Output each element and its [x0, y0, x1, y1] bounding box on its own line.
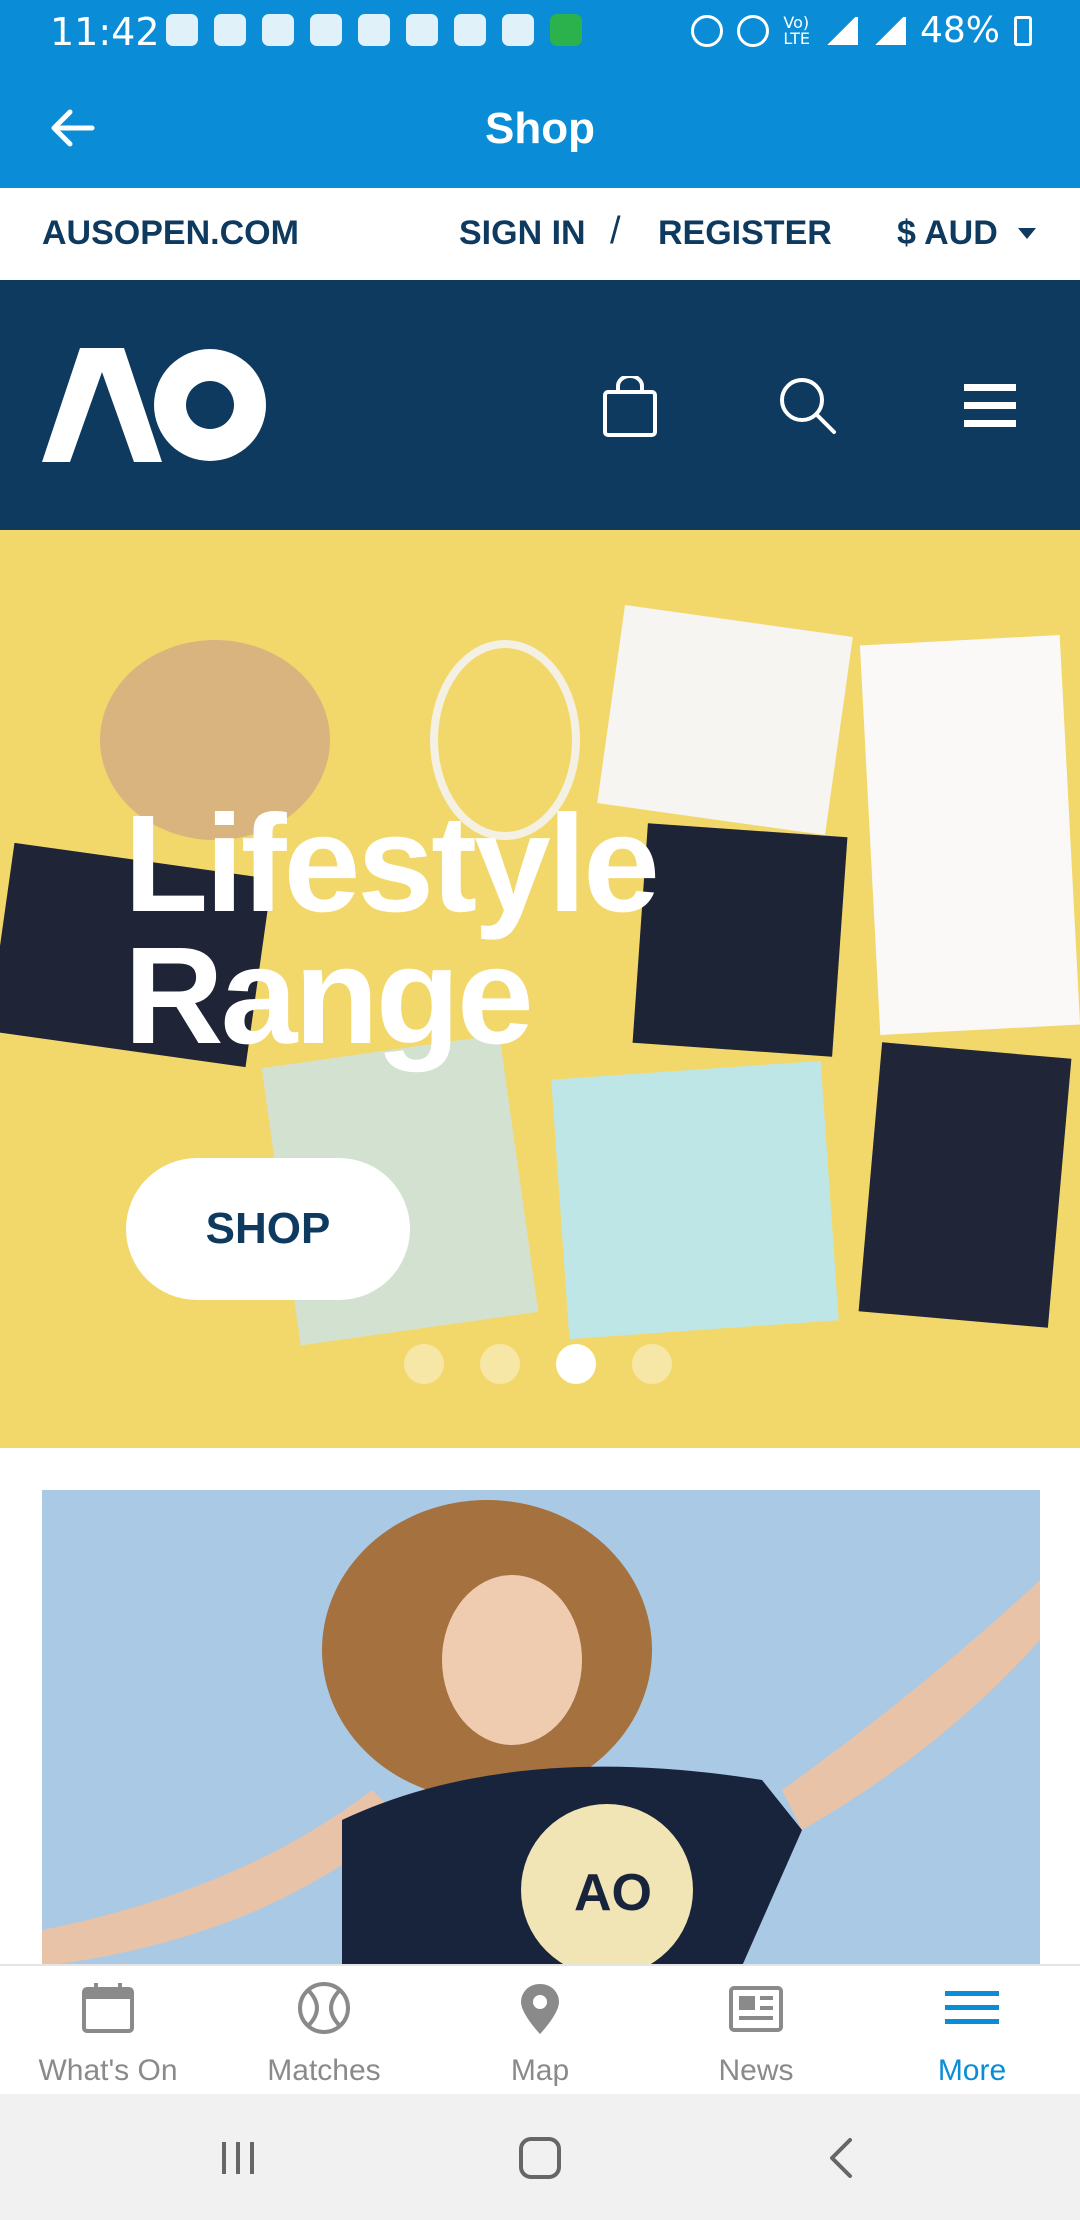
carousel-dots: [404, 1344, 672, 1384]
calendar-icon: [82, 1983, 134, 2033]
message-icon: [166, 14, 198, 46]
carousel-dot-active[interactable]: [556, 1344, 596, 1384]
status-time: 11:42: [50, 10, 160, 54]
white-tee-image: [859, 635, 1080, 1035]
map-pin-icon: [521, 1984, 559, 2034]
notification-icons: [166, 14, 582, 46]
nav-map[interactable]: Map: [432, 1980, 648, 2088]
status-bar: 11:42 Vo) LTE 48%: [0, 0, 1080, 64]
shop-button[interactable]: SHOP: [126, 1158, 410, 1300]
headline-line-2: Range: [124, 919, 534, 1073]
caret-down-icon: [1017, 228, 1036, 239]
mint-sweater-image: [551, 1060, 839, 1340]
mail-icon: [406, 14, 438, 46]
utility-bar: AUSOPEN.COM SIGN IN / REGISTER $ AUD: [0, 188, 1080, 280]
nav-label: Matches: [267, 2054, 381, 2087]
headline-line-1: Lifestyle: [124, 787, 660, 941]
chrome-icon: [262, 14, 294, 46]
dots-icon: [502, 14, 534, 46]
ausopen-link[interactable]: AUSOPEN.COM: [42, 214, 299, 253]
hero-headline: Lifestyle Range: [124, 787, 660, 1073]
register-link[interactable]: REGISTER: [658, 214, 832, 253]
back-icon[interactable]: [820, 2136, 864, 2180]
outlook-icon: [214, 14, 246, 46]
volte-icon: Vo) LTE: [783, 12, 810, 48]
nav-label: More: [937, 2054, 1007, 2087]
system-indicators: Vo) LTE 48%: [691, 10, 1032, 51]
hamburger-menu-icon[interactable]: [964, 384, 1016, 428]
svg-text:AO: AO: [574, 1864, 652, 1922]
carousel-dot[interactable]: [480, 1344, 520, 1384]
ao-logo[interactable]: [42, 348, 266, 462]
tasks-icon: [358, 14, 390, 46]
menu-icon: [945, 1991, 999, 2024]
alarm-icon: [691, 14, 724, 47]
bottom-navigation: What's On Matches Map News More: [0, 1964, 1080, 2096]
battery-percent: 48%: [919, 10, 1000, 51]
nav-matches[interactable]: Matches: [216, 1980, 432, 2088]
nav-more[interactable]: More: [864, 1980, 1080, 2088]
currency-selector[interactable]: $ AUD: [897, 214, 1036, 253]
signal-icon: [871, 16, 906, 45]
dotted-shorts-image: [858, 1042, 1072, 1328]
currency-label: $ AUD: [897, 214, 998, 252]
mute-icon: [737, 14, 770, 47]
spotify-icon: [310, 14, 342, 46]
model-tshirt-image: AO: [42, 1490, 1040, 1966]
system-nav-bar: [0, 2094, 1080, 2220]
brand-header: [0, 280, 1080, 530]
wifi-icon: [823, 16, 858, 45]
carousel-dot[interactable]: [404, 1344, 444, 1384]
nav-label: What's On: [38, 2054, 178, 2087]
carousel-dot[interactable]: [632, 1344, 672, 1384]
sign-in-link[interactable]: SIGN IN: [459, 214, 586, 253]
navy-sweater-image: [632, 823, 848, 1057]
nav-news[interactable]: News: [648, 1980, 864, 2088]
nav-whats-on[interactable]: What's On: [0, 1980, 216, 2088]
app-icon: [454, 14, 486, 46]
separator: /: [610, 210, 621, 252]
nav-label: Map: [510, 2054, 570, 2087]
search-icon[interactable]: [778, 376, 838, 436]
page-title: Shop: [485, 104, 595, 153]
battery-icon: [1014, 15, 1032, 46]
home-icon[interactable]: [518, 2136, 562, 2180]
shopping-bag-icon[interactable]: [602, 376, 658, 438]
australia-icon: [550, 14, 582, 46]
tennis-ball-icon: [298, 1982, 350, 2034]
recent-apps-icon[interactable]: [216, 2136, 260, 2180]
hero-banner[interactable]: Lifestyle Range SHOP: [0, 530, 1080, 1448]
newspaper-icon: [729, 1986, 783, 2032]
app-bar: Shop: [0, 64, 1080, 188]
nav-label: News: [718, 2054, 794, 2087]
product-banner-card[interactable]: AO: [42, 1490, 1040, 1966]
